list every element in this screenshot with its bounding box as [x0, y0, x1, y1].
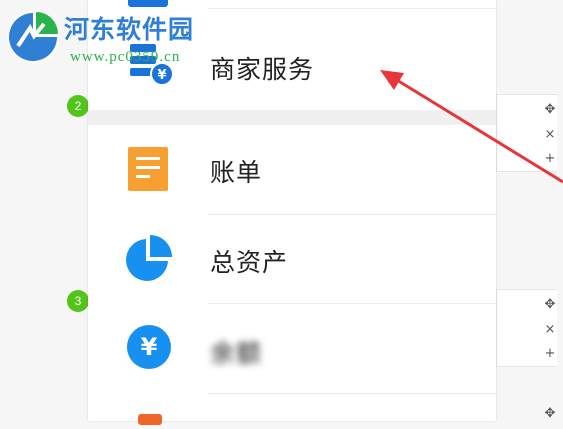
watermark-url: www.pc0359.cn [70, 49, 181, 65]
watermark-logo-icon [4, 8, 62, 66]
watermark-title: 河东软件园 [64, 15, 195, 44]
